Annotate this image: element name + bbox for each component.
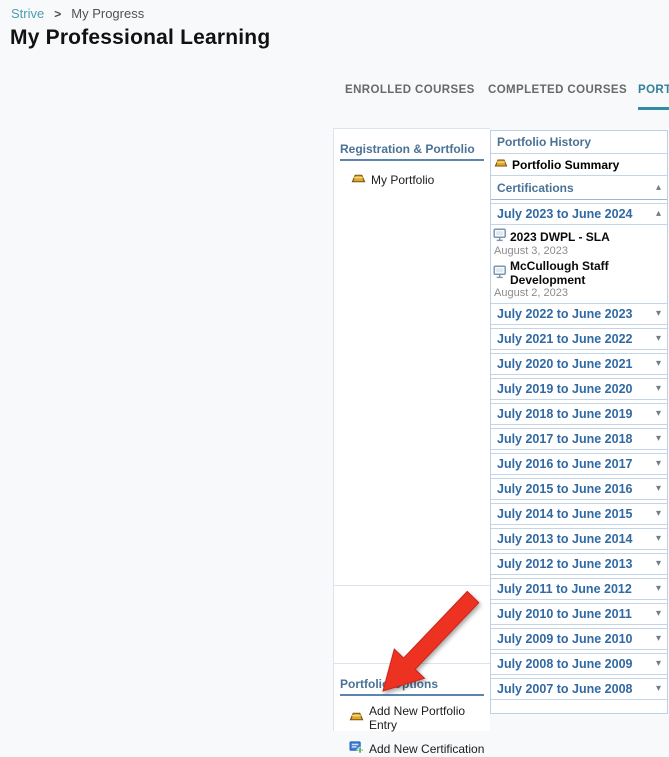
certification-entry-date: August 2, 2023 — [494, 287, 667, 299]
year-accordion-row[interactable]: July 2010 to June 2011 ▾ — [491, 603, 667, 625]
gold-portfolio-icon — [494, 157, 508, 172]
chevron-down-icon: ▾ — [656, 584, 661, 594]
chevron-down-icon: ▾ — [656, 359, 661, 369]
chevron-down-icon: ▾ — [656, 534, 661, 544]
portfolio-summary-link[interactable]: Portfolio Summary — [491, 154, 667, 176]
year-accordion-row[interactable]: July 2012 to June 2013 ▾ — [491, 553, 667, 575]
certification-entry-title: 2023 DWPL - SLA — [510, 230, 610, 244]
certification-entry-title: McCullough Staff Development — [510, 259, 667, 287]
portfolio-history-header: Portfolio History — [491, 131, 667, 154]
year-accordion-row[interactable]: July 2022 to June 2023 ▾ — [491, 303, 667, 325]
chevron-down-icon: ▾ — [656, 659, 661, 669]
year-accordion-row[interactable]: July 2013 to June 2014 ▾ — [491, 528, 667, 550]
portfolio-options-header: Portfolio Options — [340, 677, 484, 696]
breadcrumb-current-page: My Progress — [71, 6, 144, 21]
year-accordion-row[interactable]: July 2015 to June 2016 ▾ — [491, 478, 667, 500]
year-accordion-row-expanded[interactable]: July 2023 to June 2024 ▴ — [491, 203, 667, 225]
registration-portfolio-section: Registration & Portfolio My Portfolio — [334, 142, 490, 586]
certificate-screen-icon — [493, 265, 507, 282]
gold-portfolio-icon — [349, 710, 364, 726]
portfolio-options-section: Portfolio Options Add New Portfolio Entr… — [334, 677, 490, 757]
add-new-portfolio-entry-link[interactable]: Add New Portfolio Entry — [349, 704, 490, 732]
gold-portfolio-icon — [351, 172, 366, 188]
registration-portfolio-header: Registration & Portfolio — [340, 142, 484, 161]
breadcrumb-chevron-icon: > — [54, 7, 61, 21]
chevron-down-icon: ▾ — [656, 509, 661, 519]
chevron-down-icon: ▾ — [656, 434, 661, 444]
certification-entry-date: August 3, 2023 — [494, 245, 667, 257]
year-accordion-row[interactable]: July 2019 to June 2020 ▾ — [491, 378, 667, 400]
chevron-down-icon: ▾ — [656, 409, 661, 419]
chevron-down-icon: ▾ — [656, 309, 661, 319]
certification-entry[interactable]: 2023 DWPL - SLA — [493, 228, 667, 245]
add-new-portfolio-entry-label: Add New Portfolio Entry — [369, 704, 490, 732]
collapsed-year-list: July 2022 to June 2023 ▾ July 2021 to Ju… — [491, 303, 667, 700]
breadcrumb: Strive > My Progress — [11, 6, 144, 21]
chevron-up-icon: ▴ — [656, 183, 661, 193]
year-accordion-row[interactable]: July 2009 to June 2010 ▾ — [491, 628, 667, 650]
certifications-accordion-header[interactable]: Certifications ▴ — [491, 176, 667, 200]
year-accordion-row[interactable]: July 2017 to June 2018 ▾ — [491, 428, 667, 450]
tab-completed-courses[interactable]: COMPLETED COURSES — [488, 84, 627, 96]
certification-entry[interactable]: McCullough Staff Development — [493, 259, 667, 287]
chevron-down-icon: ▾ — [656, 684, 661, 694]
add-new-certification-label: Add New Certification — [369, 742, 484, 756]
left-sidebar: Registration & Portfolio My Portfolio Po… — [333, 128, 490, 731]
my-portfolio-link[interactable]: My Portfolio — [351, 172, 490, 188]
chevron-down-icon: ▾ — [656, 459, 661, 469]
tab-enrolled-courses[interactable]: ENROLLED COURSES — [345, 84, 475, 96]
year-accordion-row[interactable]: July 2008 to June 2009 ▾ — [491, 653, 667, 675]
chevron-up-icon: ▴ — [656, 209, 661, 219]
tab-portfolio[interactable]: PORTFOLIO — [638, 84, 669, 96]
year-accordion-row[interactable]: July 2020 to June 2021 ▾ — [491, 353, 667, 375]
expanded-year-entries: 2023 DWPL - SLA August 3, 2023 McCulloug… — [491, 228, 667, 299]
year-accordion-row[interactable]: July 2021 to June 2022 ▾ — [491, 328, 667, 350]
sidebar-spacer — [334, 586, 490, 664]
certificate-screen-icon — [493, 228, 507, 245]
add-new-certification-link[interactable]: Add New Certification — [349, 740, 490, 757]
year-accordion-row[interactable]: July 2011 to June 2012 ▾ — [491, 578, 667, 600]
year-accordion-row[interactable]: July 2018 to June 2019 ▾ — [491, 403, 667, 425]
chevron-down-icon: ▾ — [656, 634, 661, 644]
chevron-down-icon: ▾ — [656, 484, 661, 494]
year-accordion-row[interactable]: July 2007 to June 2008 ▾ — [491, 678, 667, 700]
page-title: My Professional Learning — [10, 26, 270, 50]
year-accordion-row[interactable]: July 2016 to June 2017 ▾ — [491, 453, 667, 475]
chevron-down-icon: ▾ — [656, 559, 661, 569]
my-portfolio-label: My Portfolio — [371, 173, 434, 187]
breadcrumb-strive-link[interactable]: Strive — [11, 6, 44, 21]
portfolio-history-panel: Portfolio History Portfolio Summary Cert… — [490, 130, 668, 714]
portfolio-summary-label: Portfolio Summary — [512, 158, 619, 172]
year-accordion-row[interactable]: July 2014 to June 2015 ▾ — [491, 503, 667, 525]
chevron-down-icon: ▾ — [656, 384, 661, 394]
certificate-plus-icon — [349, 740, 364, 757]
chevron-down-icon: ▾ — [656, 334, 661, 344]
chevron-down-icon: ▾ — [656, 609, 661, 619]
active-tab-underline — [638, 107, 669, 110]
